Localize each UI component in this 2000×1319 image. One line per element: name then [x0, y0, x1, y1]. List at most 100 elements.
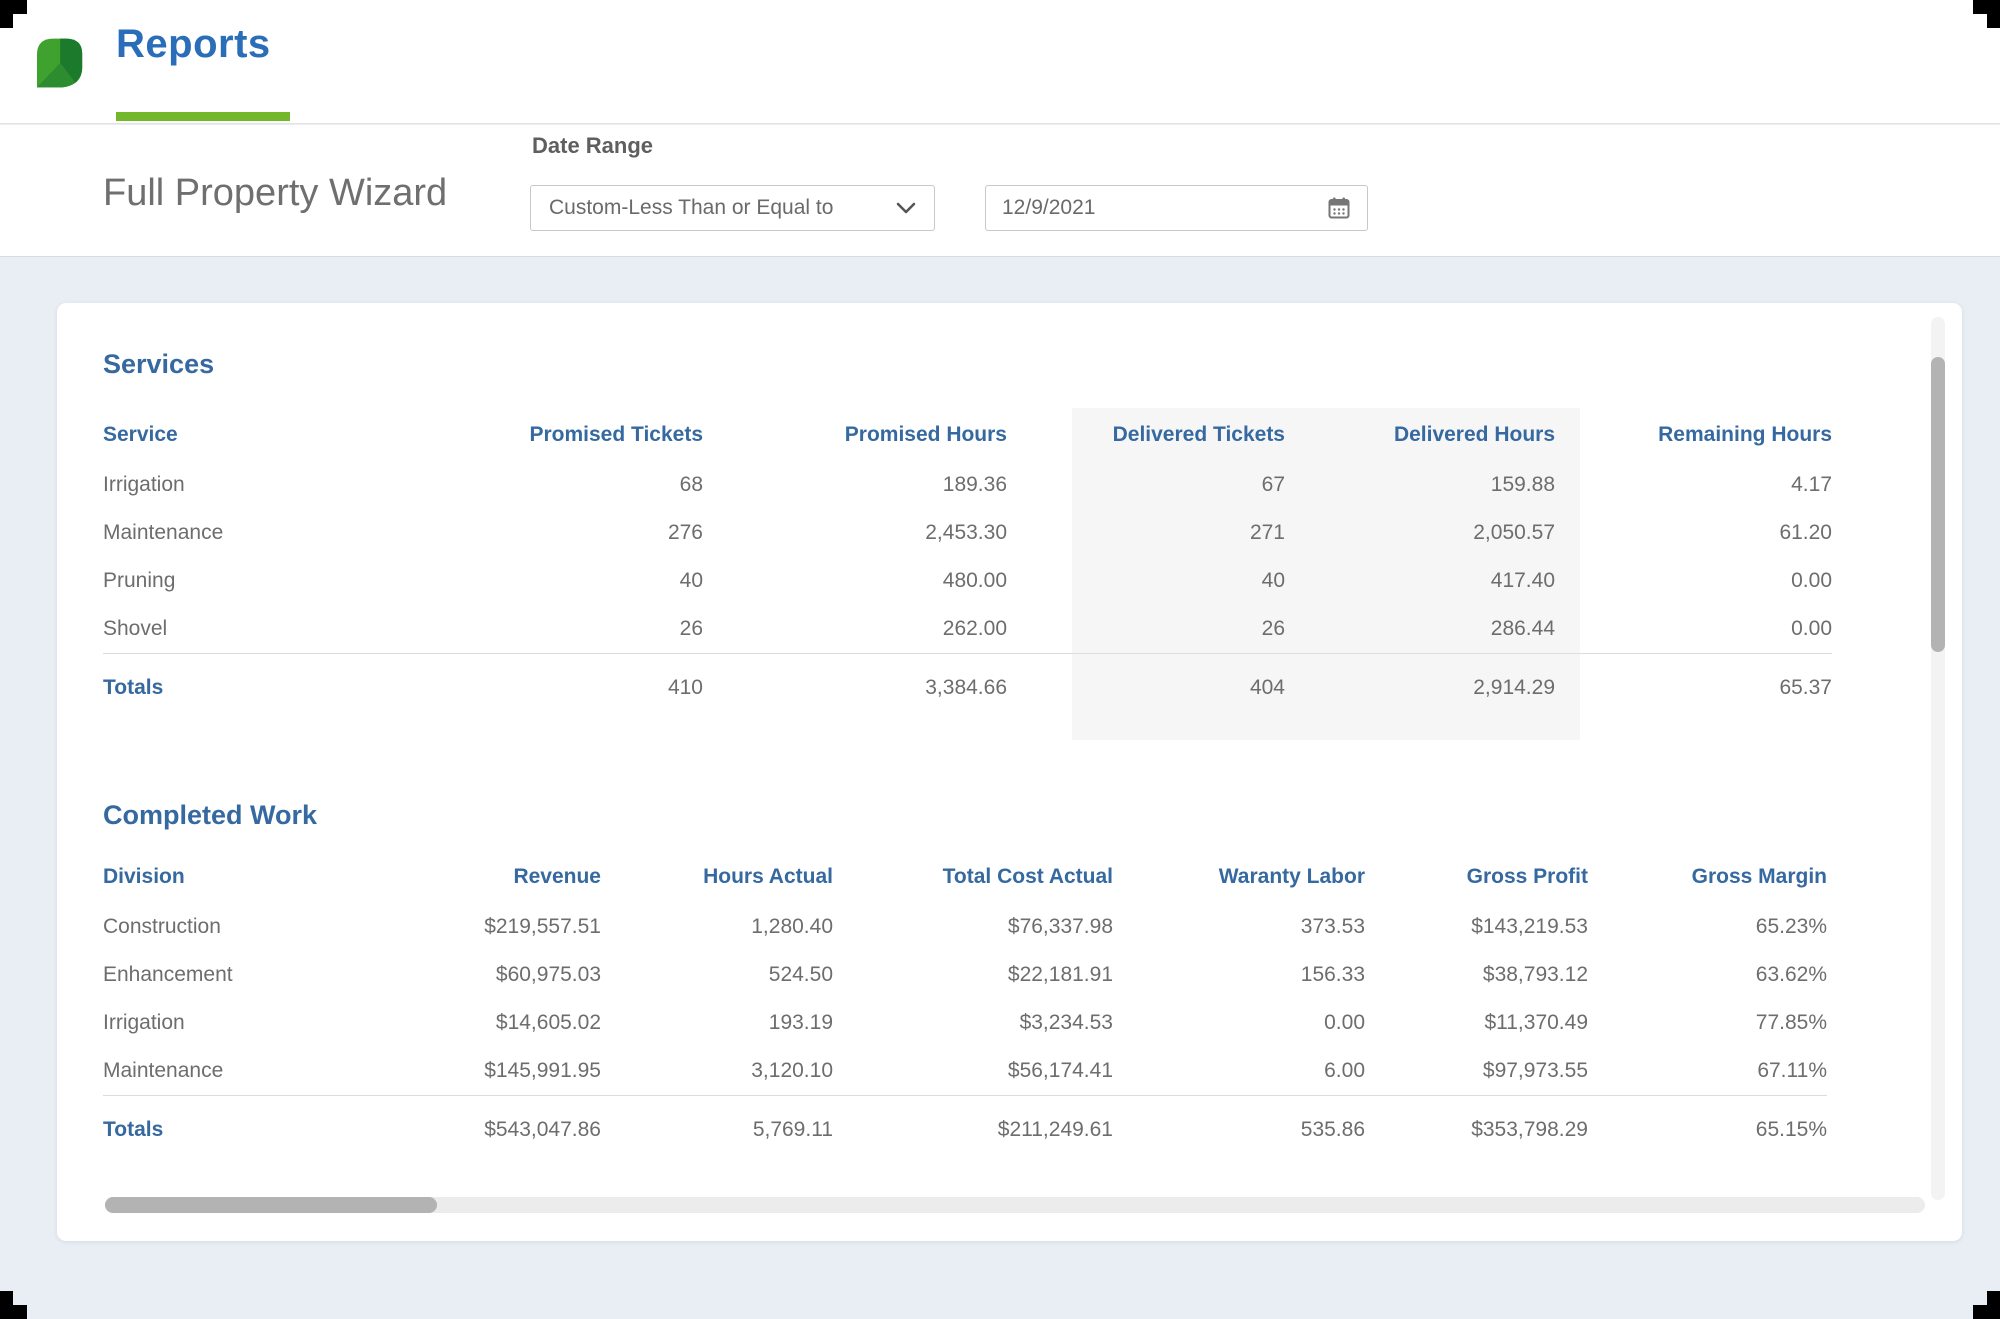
column-header: Delivered Tickets: [1007, 409, 1285, 461]
cell-value: 417.40: [1285, 557, 1555, 605]
cell-value: 262.00: [703, 605, 1007, 653]
table-row: Enhancement $60,975.03 524.50 $22,181.91…: [103, 951, 1827, 999]
cell-value: 4.17: [1555, 461, 1832, 509]
cell-value: 77.85%: [1588, 999, 1827, 1047]
cell-value: $145,991.95: [403, 1047, 601, 1095]
column-header: Remaining Hours: [1555, 409, 1832, 461]
horizontal-scrollbar-track[interactable]: [105, 1197, 1925, 1213]
column-header: Gross Profit: [1365, 851, 1588, 903]
vertical-scrollbar-track[interactable]: [1931, 317, 1945, 1200]
active-tab-underline[interactable]: [116, 112, 290, 121]
service-link[interactable]: Maintenance: [103, 509, 403, 557]
table-row: Pruning 40 480.00 40 417.40 0.00: [103, 557, 1832, 605]
horizontal-scrollbar-thumb[interactable]: [105, 1197, 437, 1213]
cell-value: $56,174.41: [833, 1047, 1113, 1095]
crop-mark-bottom-left: [0, 1291, 27, 1319]
date-input[interactable]: 12/9/2021: [985, 185, 1368, 231]
top-header: Reports: [0, 0, 2000, 124]
cell-value: 524.50: [601, 951, 833, 999]
report-card: Services Service Promised Tickets Promis…: [57, 303, 1962, 1241]
column-header: Service: [103, 409, 403, 461]
division-link[interactable]: Maintenance: [103, 1047, 403, 1095]
totals-value: 65.15%: [1588, 1095, 1827, 1154]
totals-value: 404: [1007, 653, 1285, 712]
leaf-logo-icon: [30, 34, 88, 92]
calendar-icon[interactable]: [1327, 196, 1351, 220]
cell-value: 63.62%: [1588, 951, 1827, 999]
table-row: Irrigation $14,605.02 193.19 $3,234.53 0…: [103, 999, 1827, 1047]
cell-value: 65.23%: [1588, 903, 1827, 951]
date-range-label: Date Range: [532, 133, 653, 159]
cell-value: $3,234.53: [833, 999, 1113, 1047]
column-header: Hours Actual: [601, 851, 833, 903]
date-range-selected-value: Custom-Less Than or Equal to: [549, 196, 833, 220]
service-link[interactable]: Shovel: [103, 605, 403, 653]
cell-value: 0.00: [1113, 999, 1365, 1047]
service-link[interactable]: Irrigation: [103, 461, 403, 509]
column-header: Waranty Labor: [1113, 851, 1365, 903]
services-header-row: Service Promised Tickets Promised Hours …: [103, 409, 1832, 461]
division-link[interactable]: Construction: [103, 903, 403, 951]
cell-value: 480.00: [703, 557, 1007, 605]
totals-label: Totals: [103, 653, 403, 712]
division-link[interactable]: Enhancement: [103, 951, 403, 999]
cell-value: $219,557.51: [403, 903, 601, 951]
report-title: Full Property Wizard: [103, 172, 447, 215]
cell-value: $11,370.49: [1365, 999, 1588, 1047]
cell-value: 276: [403, 509, 703, 557]
cell-value: 159.88: [1285, 461, 1555, 509]
chevron-down-icon: [896, 202, 916, 214]
column-header: Gross Margin: [1588, 851, 1827, 903]
cell-value: $22,181.91: [833, 951, 1113, 999]
totals-value: 2,914.29: [1285, 653, 1555, 712]
column-header: Promised Tickets: [403, 409, 703, 461]
cell-value: $143,219.53: [1365, 903, 1588, 951]
services-section-title: Services: [103, 349, 214, 380]
column-header: Promised Hours: [703, 409, 1007, 461]
column-header: Division: [103, 851, 403, 903]
crop-mark-bottom-right: [1973, 1291, 2000, 1319]
cell-value: 26: [403, 605, 703, 653]
cell-value: $14,605.02: [403, 999, 601, 1047]
table-row: Maintenance $145,991.95 3,120.10 $56,174…: [103, 1047, 1827, 1095]
cell-value: 26: [1007, 605, 1285, 653]
completed-work-table: Division Revenue Hours Actual Total Cost…: [103, 851, 1827, 1154]
totals-value: $353,798.29: [1365, 1095, 1588, 1154]
service-link[interactable]: Pruning: [103, 557, 403, 605]
column-header: Total Cost Actual: [833, 851, 1113, 903]
date-range-select[interactable]: Custom-Less Than or Equal to: [530, 185, 935, 231]
cell-value: 67.11%: [1588, 1047, 1827, 1095]
services-table: Service Promised Tickets Promised Hours …: [103, 409, 1832, 712]
cell-value: 0.00: [1555, 557, 1832, 605]
table-row: Irrigation 68 189.36 67 159.88 4.17: [103, 461, 1832, 509]
cell-value: 189.36: [703, 461, 1007, 509]
cell-value: $76,337.98: [833, 903, 1113, 951]
column-header: Revenue: [403, 851, 601, 903]
totals-label: Totals: [103, 1095, 403, 1154]
completed-work-header-row: Division Revenue Hours Actual Total Cost…: [103, 851, 1827, 903]
report-toolbar: Full Property Wizard Date Range Custom-L…: [0, 125, 2000, 257]
totals-value: $543,047.86: [403, 1095, 601, 1154]
page-title: Reports: [116, 22, 271, 67]
table-row: Construction $219,557.51 1,280.40 $76,33…: [103, 903, 1827, 951]
cell-value: $97,973.55: [1365, 1047, 1588, 1095]
vertical-scrollbar-thumb[interactable]: [1931, 357, 1945, 652]
cell-value: 271: [1007, 509, 1285, 557]
cell-value: 40: [1007, 557, 1285, 605]
table-row: Maintenance 276 2,453.30 271 2,050.57 61…: [103, 509, 1832, 557]
cell-value: 68: [403, 461, 703, 509]
services-totals-row: Totals 410 3,384.66 404 2,914.29 65.37: [103, 653, 1832, 712]
completed-work-section-title: Completed Work: [103, 800, 317, 831]
cell-value: 0.00: [1555, 605, 1832, 653]
cell-value: 3,120.10: [601, 1047, 833, 1095]
cell-value: $38,793.12: [1365, 951, 1588, 999]
cell-value: 2,453.30: [703, 509, 1007, 557]
cell-value: 67: [1007, 461, 1285, 509]
cell-value: 286.44: [1285, 605, 1555, 653]
totals-value: 65.37: [1555, 653, 1832, 712]
division-link[interactable]: Irrigation: [103, 999, 403, 1047]
totals-value: 410: [403, 653, 703, 712]
cell-value: 61.20: [1555, 509, 1832, 557]
cell-value: 1,280.40: [601, 903, 833, 951]
totals-value: 5,769.11: [601, 1095, 833, 1154]
